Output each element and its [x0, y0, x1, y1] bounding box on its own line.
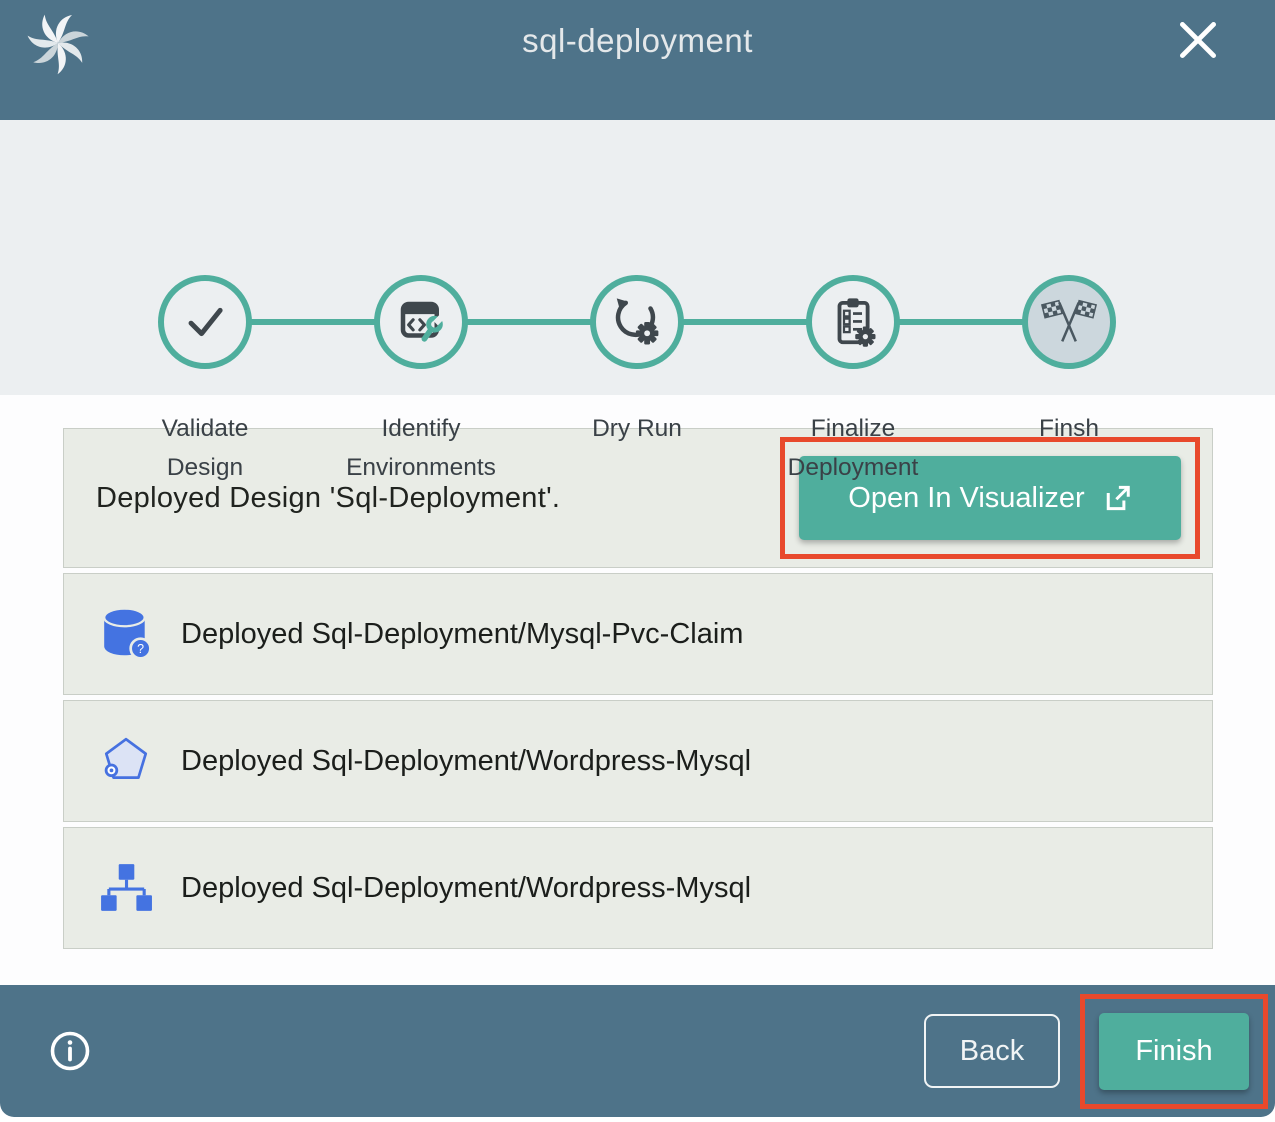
deployed-item-text: Deployed Sql-Deployment/Wordpress-Mysql	[181, 872, 751, 905]
sync-gear-icon	[610, 295, 664, 349]
step-label-validate-design: ValidateDesign	[97, 409, 313, 487]
checkered-flags-icon	[1038, 291, 1100, 353]
deployed-item-row: Deployed Sql-Deployment/Wordpress-Mysql	[63, 827, 1213, 949]
deployed-item-row: ? Deployed Sql-Deployment/Mysql-Pvc-Clai…	[63, 573, 1213, 695]
check-icon	[177, 294, 233, 350]
dialog-header: sql-deployment	[0, 0, 1275, 120]
code-wrench-icon	[394, 295, 448, 349]
step-label-dry-run: Dry Run	[529, 409, 745, 448]
sql-deployment-dialog: sql-deployment	[0, 0, 1275, 1117]
deployed-item-text: Deployed Sql-Deployment/Wordpress-Mysql	[181, 745, 751, 778]
finish-button[interactable]: Finish	[1099, 1013, 1249, 1090]
step-identify-environments	[374, 275, 468, 369]
deployed-item-row: Deployed Sql-Deployment/Wordpress-Mysql	[63, 700, 1213, 822]
step-label-finalize-deployment: FinalizeDeployment	[745, 409, 961, 487]
dialog-footer: Back Finish	[0, 985, 1275, 1117]
clipboard-gear-icon	[826, 295, 880, 349]
external-link-icon	[1102, 483, 1132, 513]
pentagon-icon	[99, 731, 153, 791]
step-finalize-deployment	[806, 275, 900, 369]
step-validate-design	[158, 275, 252, 369]
svg-text:?: ?	[137, 642, 144, 656]
database-icon: ?	[99, 604, 153, 664]
topology-icon	[99, 858, 153, 918]
back-button[interactable]: Back	[924, 1014, 1060, 1088]
deployed-item-text: Deployed Sql-Deployment/Mysql-Pvc-Claim	[181, 618, 743, 651]
finish-annotation: Finish	[1080, 994, 1268, 1109]
step-label-finish: Finsh	[961, 409, 1177, 448]
close-icon[interactable]	[1177, 20, 1219, 62]
step-label-identify-environments: IdentifyEnvironments	[313, 409, 529, 487]
step-finish	[1022, 275, 1116, 369]
info-icon[interactable]	[48, 1029, 92, 1073]
dialog-title: sql-deployment	[0, 22, 1275, 60]
deployment-stepper: ValidateDesign IdentifyEnvironments Dry …	[0, 120, 1275, 395]
step-dry-run	[590, 275, 684, 369]
